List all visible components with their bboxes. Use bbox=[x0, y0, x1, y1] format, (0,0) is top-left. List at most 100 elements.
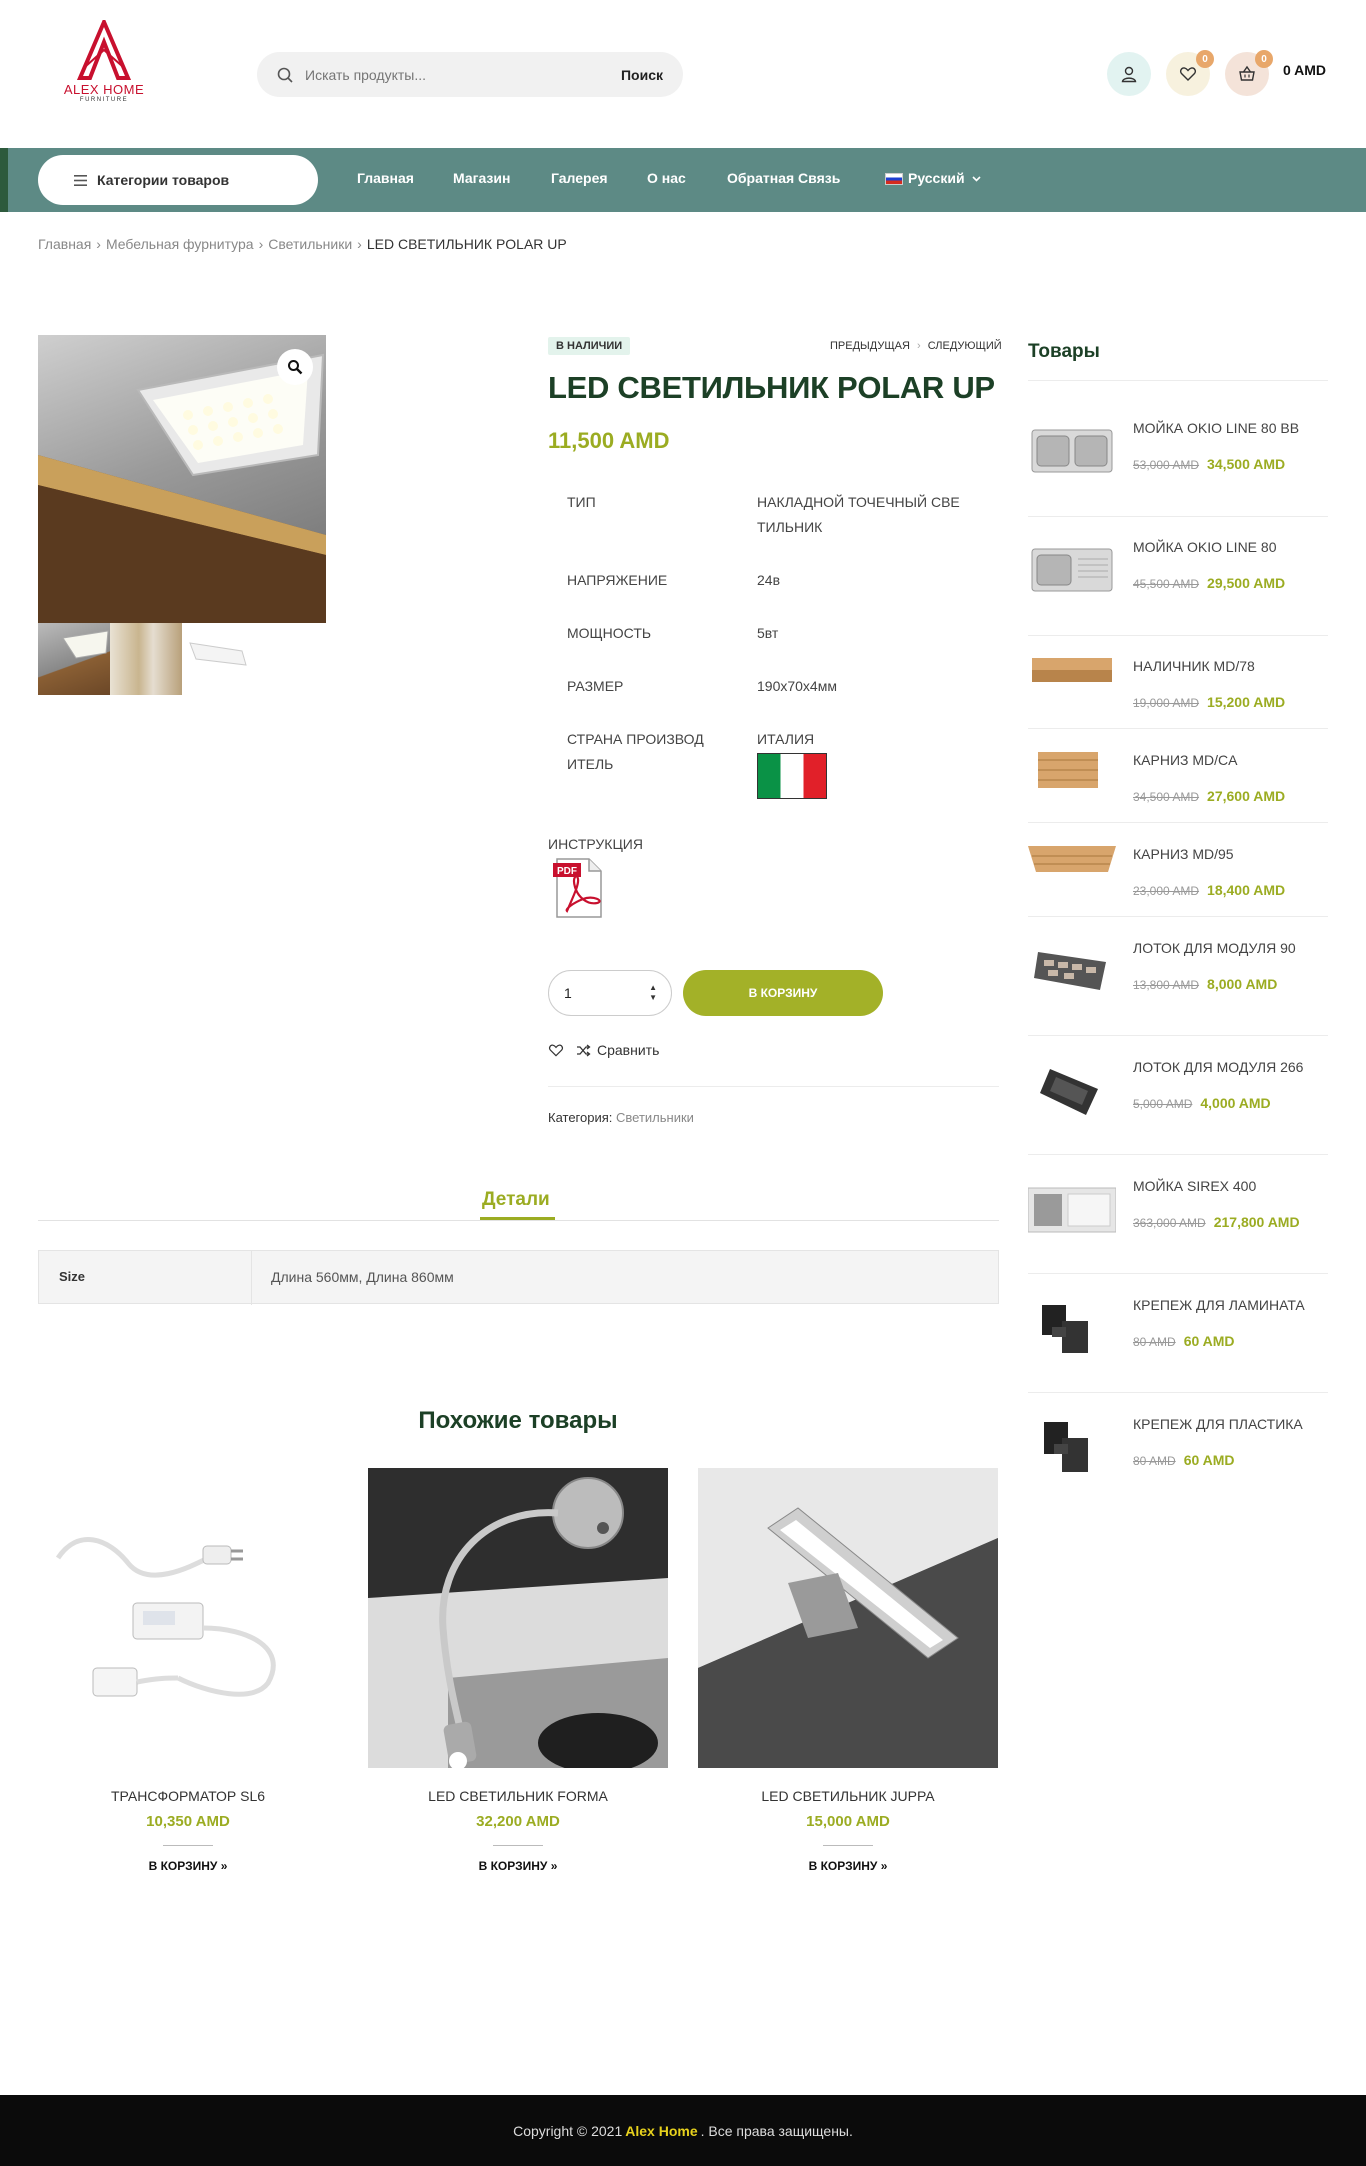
pdf-instruction-link[interactable]: PDF bbox=[553, 857, 605, 919]
sale-price: 60 AMD bbox=[1183, 1452, 1235, 1468]
categories-label: Категории товаров bbox=[97, 172, 230, 188]
attribute-value: 5вт bbox=[757, 625, 779, 641]
attribute-label: СТРАНА ПРОИЗВОД ИТЕЛЬ bbox=[567, 731, 704, 772]
wishlist-button[interactable]: 0 bbox=[1166, 50, 1214, 96]
thumbnail-1[interactable] bbox=[38, 623, 110, 695]
divider bbox=[1028, 822, 1328, 823]
related-add-to-cart-link[interactable]: В КОРЗИНУ » bbox=[38, 1859, 338, 1873]
pdf-icon: PDF bbox=[553, 858, 602, 918]
product-price: 11,500 AMD bbox=[548, 428, 670, 453]
sale-price: 217,800 AMD bbox=[1213, 1214, 1300, 1230]
sale-price: 29,500 AMD bbox=[1207, 575, 1286, 591]
quantity-stepper[interactable]: 1 ▲ ▼ bbox=[548, 970, 672, 1016]
old-price: 53,000 AMD bbox=[1133, 458, 1200, 472]
nav-contact[interactable]: Обратная Связь bbox=[727, 170, 840, 186]
attribute-value: 24в bbox=[757, 572, 781, 588]
sidebar-product-price: 13,800 AMD 8,000 AMD bbox=[1133, 976, 1277, 992]
search-button[interactable]: Поиск bbox=[621, 67, 663, 83]
divider bbox=[548, 1086, 999, 1087]
logo-text: ALEX HOME bbox=[63, 82, 145, 97]
cornice-icon bbox=[1028, 846, 1116, 872]
breadcrumb-furniture-hardware[interactable]: Мебельная фурнитура bbox=[106, 236, 254, 252]
categories-button[interactable]: Категории товаров bbox=[38, 155, 318, 205]
sidebar-product-price: 80 AMD 60 AMD bbox=[1133, 1333, 1235, 1349]
user-icon bbox=[1121, 66, 1137, 83]
sidebar-product-name[interactable]: МОЙКА OKIO LINE 80 BB bbox=[1133, 420, 1299, 436]
quantity-value[interactable]: 1 bbox=[564, 985, 572, 1001]
attribute-label: МОЩНОСТЬ bbox=[567, 625, 652, 641]
breadcrumb-home[interactable]: Главная bbox=[38, 236, 91, 252]
thumbnail-2[interactable] bbox=[110, 623, 182, 695]
sidebar-product-name[interactable]: НАЛИЧНИК MD/78 bbox=[1133, 658, 1255, 674]
nav-home[interactable]: Главная bbox=[357, 170, 414, 186]
category-label: Категория: bbox=[548, 1110, 613, 1125]
sidebar-product-name[interactable]: КАРНИЗ MD/95 bbox=[1133, 846, 1234, 862]
sidebar-product-name[interactable]: ЛОТОК ДЛЯ МОДУЛЯ 90 bbox=[1133, 940, 1296, 956]
add-to-cart-button[interactable]: В КОРЗИНУ bbox=[683, 970, 883, 1016]
related-product-image[interactable] bbox=[38, 1468, 338, 1768]
sidebar-product-name[interactable]: КАРНИЗ MD/CA bbox=[1133, 752, 1237, 768]
next-link[interactable]: СЛЕДУЮЩИЙ bbox=[928, 340, 1002, 352]
divider bbox=[1028, 380, 1328, 381]
nav-shop[interactable]: Магазин bbox=[453, 170, 510, 186]
attribute-value: 190x70x4мм bbox=[757, 678, 837, 694]
sidebar-products-title: Товары bbox=[1028, 341, 1100, 362]
breadcrumb-current: LED СВЕТИЛЬНИК POLAR UP bbox=[366, 236, 567, 252]
language-selector[interactable]: Русский bbox=[885, 170, 982, 186]
attribute-value: НАКЛАДНОЙ ТОЧЕЧНЫЙ СВЕ ТИЛЬНИК bbox=[757, 494, 960, 535]
chevron-down-icon bbox=[972, 176, 982, 182]
sidebar-product-price: 363,000 AMD 217,800 AMD bbox=[1133, 1214, 1300, 1230]
site-logo[interactable]: ALEX HOME FURNITURE bbox=[62, 20, 146, 120]
nav-about[interactable]: О нас bbox=[647, 170, 686, 186]
breadcrumb: Главная › Мебельная фурнитура › Светильники ›… bbox=[38, 236, 567, 252]
previous-link[interactable]: ПРЕДЫДУЩАЯ bbox=[830, 340, 910, 352]
sink-icon bbox=[1028, 1187, 1116, 1233]
fastener-icon bbox=[1044, 1422, 1088, 1472]
rights-text: . Все права защищены. bbox=[700, 2122, 853, 2139]
old-price: 13,800 AMD bbox=[1133, 978, 1200, 992]
transformer-photo bbox=[55, 1537, 276, 1697]
tab-details[interactable]: Детали bbox=[482, 1189, 550, 1211]
add-to-wishlist-button[interactable] bbox=[548, 1043, 564, 1062]
search-input[interactable] bbox=[305, 66, 621, 83]
footer-brand-link[interactable]: Alex Home bbox=[625, 2123, 697, 2139]
magnifier-icon bbox=[288, 360, 303, 375]
account-button[interactable] bbox=[1107, 52, 1151, 96]
related-product-card[interactable]: LED СВЕТИЛЬНИК JUPPA 15,000 AMD В КОРЗИН… bbox=[698, 1468, 998, 1873]
attribute-label: НАПРЯЖЕНИЕ bbox=[567, 572, 668, 588]
sidebar-product-name[interactable]: МОЙКА SIREX 400 bbox=[1133, 1178, 1256, 1194]
related-product-card[interactable]: LED СВЕТИЛЬНИК FORMA 32,200 AMD В КОРЗИН… bbox=[368, 1468, 668, 1873]
related-product-name[interactable]: LED СВЕТИЛЬНИК FORMA bbox=[368, 1788, 668, 1804]
breadcrumb-lights[interactable]: Светильники bbox=[268, 236, 352, 252]
related-product-name[interactable]: LED СВЕТИЛЬНИК JUPPA bbox=[698, 1788, 998, 1804]
sidebar-product-name[interactable]: КРЕПЕЖ ДЛЯ ПЛАСТИКА bbox=[1133, 1416, 1303, 1432]
divider bbox=[1028, 516, 1328, 517]
thumbnail-3[interactable] bbox=[182, 623, 254, 695]
basket-icon bbox=[1239, 65, 1255, 81]
product-title: LED СВЕТИЛЬНИК POLAR UP bbox=[548, 370, 995, 405]
divider bbox=[1028, 728, 1328, 729]
molding-icon bbox=[1032, 658, 1112, 682]
related-product-image[interactable] bbox=[368, 1468, 668, 1768]
compare-label: Сравнить bbox=[597, 1042, 660, 1058]
nav-gallery[interactable]: Галерея bbox=[551, 170, 608, 186]
thumbnail-photo bbox=[62, 630, 109, 659]
related-product-image[interactable] bbox=[698, 1468, 998, 1768]
compare-button[interactable]: Сравнить bbox=[576, 1042, 659, 1058]
shuffle-icon bbox=[577, 1043, 591, 1057]
category-link[interactable]: Светильники bbox=[616, 1110, 694, 1125]
related-add-to-cart-link[interactable]: В КОРЗИНУ » bbox=[698, 1859, 998, 1873]
zoom-button[interactable] bbox=[277, 349, 313, 385]
spec-table-row: Size Длина 560мм, Длина 860мм bbox=[38, 1250, 999, 1305]
cart-total[interactable]: 0 AMD bbox=[1283, 62, 1326, 78]
divider bbox=[1028, 635, 1328, 636]
related-product-card[interactable]: ТРАНСФОРМАТОР SL6 10,350 AMD В КОРЗИНУ » bbox=[38, 1468, 338, 1873]
cart-button[interactable]: 0 bbox=[1225, 50, 1273, 96]
old-price: 34,500 AMD bbox=[1133, 790, 1200, 804]
quantity-arrows-icon[interactable]: ▲ ▼ bbox=[649, 983, 657, 1003]
sidebar-product-name[interactable]: КРЕПЕЖ ДЛЯ ЛАМИНАТА bbox=[1133, 1297, 1305, 1313]
sidebar-product-name[interactable]: ЛОТОК ДЛЯ МОДУЛЯ 266 bbox=[1133, 1059, 1303, 1075]
sidebar-product-name[interactable]: МОЙКА OKIO LINE 80 bbox=[1133, 539, 1276, 555]
related-add-to-cart-link[interactable]: В КОРЗИНУ » bbox=[368, 1859, 668, 1873]
related-product-name[interactable]: ТРАНСФОРМАТОР SL6 bbox=[38, 1788, 338, 1804]
